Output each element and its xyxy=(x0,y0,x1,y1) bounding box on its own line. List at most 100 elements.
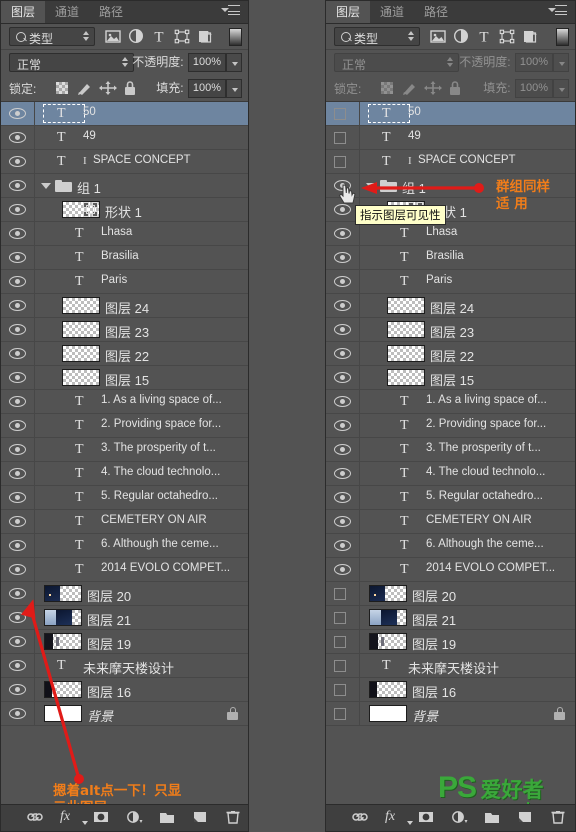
layer-row[interactable]: T I SPACE CONCEPT xyxy=(1,150,248,174)
visibility-checkbox-empty[interactable] xyxy=(334,588,346,600)
image-filter-icon[interactable] xyxy=(103,26,123,46)
visibility-eye-icon[interactable] xyxy=(9,348,26,359)
type-filter-icon[interactable]: T xyxy=(474,26,494,46)
visibility-eye-icon[interactable] xyxy=(9,588,26,599)
layer-row[interactable]: T Paris xyxy=(326,270,575,294)
visibility-cell[interactable] xyxy=(1,318,35,341)
visibility-cell[interactable] xyxy=(1,222,35,245)
panel-menu-icon-right[interactable] xyxy=(548,5,570,19)
layer-mask-icon[interactable] xyxy=(416,809,449,827)
visibility-checkbox-empty[interactable] xyxy=(334,708,346,720)
layer-row[interactable]: T 5. Regular octahedro... xyxy=(1,486,248,510)
visibility-eye-icon[interactable] xyxy=(9,396,26,407)
layer-row[interactable]: 图层 21 xyxy=(326,606,575,630)
layer-list-left[interactable]: T 50 T 49 T I SPACE CONCEPT 组 1 形状 1 T Lhasa T Brasi… xyxy=(1,102,248,726)
blend-mode-dropdown-right[interactable]: 正常 xyxy=(334,53,459,72)
layer-row[interactable]: T 4. The cloud technolo... xyxy=(1,462,248,486)
shape-filter-icon[interactable] xyxy=(172,26,192,46)
delete-layer-icon[interactable] xyxy=(548,809,576,827)
layer-row[interactable]: T CEMETERY ON AIR xyxy=(1,510,248,534)
lock-transparent-icon[interactable] xyxy=(53,80,75,96)
layer-style-fx-icon[interactable]: fx xyxy=(383,809,416,827)
layer-row[interactable]: T Brasilia xyxy=(1,246,248,270)
visibility-eye-icon[interactable] xyxy=(334,420,351,431)
filter-kind-dropdown-right[interactable]: 类型 xyxy=(334,27,420,46)
visibility-checkbox-empty[interactable] xyxy=(334,108,346,120)
visibility-eye-icon[interactable] xyxy=(9,492,26,503)
visibility-eye-icon[interactable] xyxy=(334,324,351,335)
visibility-cell[interactable] xyxy=(1,678,35,701)
visibility-checkbox-empty[interactable] xyxy=(334,660,346,672)
chevron-down-icon[interactable] xyxy=(41,183,51,189)
adjustment-filter-icon[interactable] xyxy=(126,26,146,46)
visibility-eye-icon[interactable] xyxy=(334,180,351,191)
visibility-cell[interactable] xyxy=(1,390,35,413)
visibility-eye-icon[interactable] xyxy=(334,468,351,479)
visibility-cell[interactable] xyxy=(326,414,360,437)
visibility-cell[interactable] xyxy=(326,174,360,197)
lock-all-icon[interactable] xyxy=(444,80,466,96)
visibility-eye-icon[interactable] xyxy=(334,492,351,503)
visibility-cell[interactable] xyxy=(1,270,35,293)
visibility-cell[interactable] xyxy=(1,414,35,437)
visibility-checkbox-empty[interactable] xyxy=(334,612,346,624)
layer-row[interactable]: 图层 23 xyxy=(1,318,248,342)
new-group-icon[interactable] xyxy=(482,809,515,827)
visibility-eye-icon[interactable] xyxy=(334,204,351,215)
visibility-cell[interactable] xyxy=(1,534,35,557)
layer-row[interactable]: T 49 xyxy=(1,126,248,150)
layer-row[interactable]: 图层 20 xyxy=(1,582,248,606)
opacity-input[interactable]: 100% xyxy=(515,53,553,72)
tab-channels-right[interactable]: 通道 xyxy=(370,1,415,23)
visibility-cell[interactable] xyxy=(1,606,35,629)
layer-row[interactable]: T 2. Providing space for... xyxy=(1,414,248,438)
visibility-eye-icon[interactable] xyxy=(334,228,351,239)
layer-row[interactable]: T 3. The prosperity of t... xyxy=(1,438,248,462)
opacity-input[interactable]: 100% xyxy=(188,53,226,72)
link-layers-icon[interactable] xyxy=(25,809,58,827)
visibility-eye-icon[interactable] xyxy=(334,252,351,263)
layer-row[interactable]: T 2014 EVOLO COMPET... xyxy=(326,558,575,582)
visibility-cell[interactable] xyxy=(1,126,35,149)
visibility-eye-icon[interactable] xyxy=(9,324,26,335)
visibility-cell[interactable] xyxy=(1,654,35,677)
new-layer-icon[interactable] xyxy=(190,809,223,827)
layer-row[interactable]: 图层 22 xyxy=(1,342,248,366)
layer-row[interactable]: T 2014 EVOLO COMPET... xyxy=(1,558,248,582)
visibility-cell[interactable] xyxy=(1,582,35,605)
layer-row[interactable]: T Lhasa xyxy=(1,222,248,246)
adjustment-filter-icon[interactable] xyxy=(451,26,471,46)
adjustment-layer-icon[interactable] xyxy=(449,809,482,827)
panel-menu-icon-left[interactable] xyxy=(221,5,243,19)
chevron-down-icon[interactable] xyxy=(366,183,376,189)
visibility-cell[interactable] xyxy=(326,606,360,629)
layer-row[interactable]: T 未来摩天楼设计 xyxy=(1,654,248,678)
visibility-eye-icon[interactable] xyxy=(9,300,26,311)
visibility-cell[interactable] xyxy=(326,126,360,149)
visibility-eye-icon[interactable] xyxy=(334,372,351,383)
visibility-cell[interactable] xyxy=(326,270,360,293)
visibility-cell[interactable] xyxy=(1,174,35,197)
visibility-cell[interactable] xyxy=(1,510,35,533)
fill-input[interactable]: 100% xyxy=(188,79,226,98)
visibility-cell[interactable] xyxy=(326,318,360,341)
visibility-eye-icon[interactable] xyxy=(9,252,26,263)
layer-row[interactable]: 图层 22 xyxy=(326,342,575,366)
visibility-eye-icon[interactable] xyxy=(9,444,26,455)
layer-row[interactable]: T 未来摩天楼设计 xyxy=(326,654,575,678)
tab-channels-left[interactable]: 通道 xyxy=(45,1,90,23)
visibility-cell[interactable] xyxy=(326,462,360,485)
layer-row[interactable]: T Paris xyxy=(1,270,248,294)
layer-row[interactable]: T Brasilia xyxy=(326,246,575,270)
tab-layers-left[interactable]: 图层 xyxy=(1,1,46,23)
visibility-cell[interactable] xyxy=(326,702,360,725)
visibility-cell[interactable] xyxy=(326,222,360,245)
visibility-cell[interactable] xyxy=(326,390,360,413)
new-layer-icon[interactable] xyxy=(515,809,548,827)
visibility-eye-icon[interactable] xyxy=(9,540,26,551)
visibility-cell[interactable] xyxy=(326,294,360,317)
visibility-cell[interactable] xyxy=(1,294,35,317)
visibility-eye-icon[interactable] xyxy=(9,156,26,167)
lock-position-icon[interactable] xyxy=(422,80,444,96)
visibility-cell[interactable] xyxy=(1,702,35,725)
